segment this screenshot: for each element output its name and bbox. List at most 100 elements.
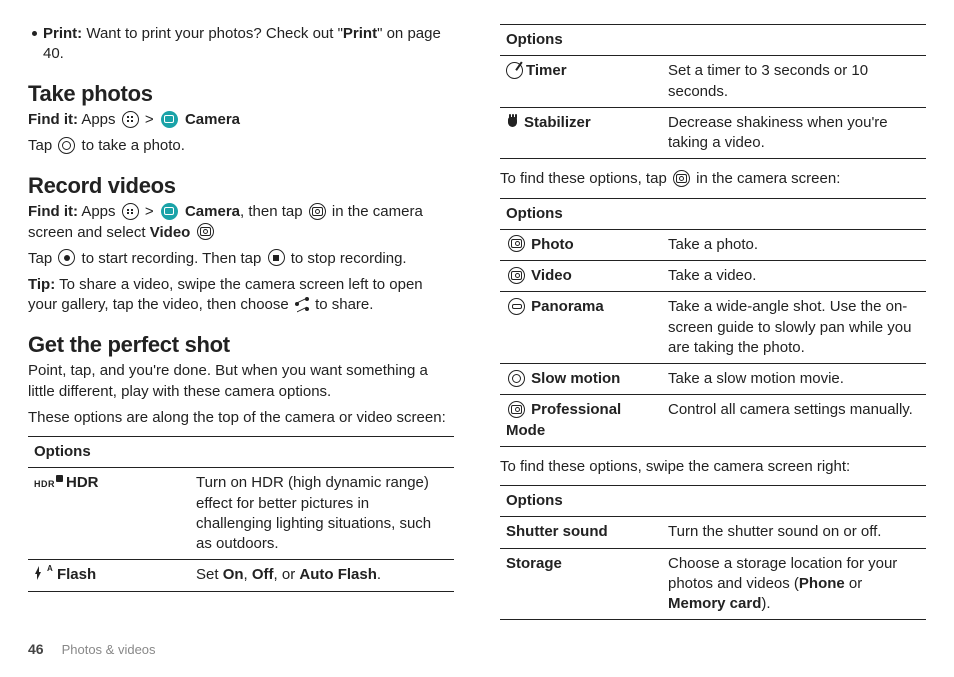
gt-sep-2: >	[145, 203, 158, 220]
storage-desc-a: Choose a storage location for your photo…	[668, 555, 897, 592]
storage-or: or	[845, 575, 863, 592]
findit-take: Find it: Apps > Camera	[28, 110, 454, 130]
option-desc-photo: Take a photo.	[662, 229, 926, 260]
option-name-panorama: Panorama	[500, 292, 662, 364]
left-column: Print: Want to print your photos? Check …	[28, 24, 454, 634]
heading-record-videos: Record videos	[28, 171, 454, 201]
option-desc-hdr: Turn on HDR (high dynamic range) effect …	[190, 468, 454, 560]
option-name-stabilizer: Stabilizer	[500, 107, 662, 159]
share-icon	[295, 297, 309, 311]
hdr-text-icon: HDR	[34, 479, 55, 489]
video-mode-icon	[508, 267, 525, 284]
table-row: Shutter sound Turn the shutter sound on …	[500, 517, 926, 548]
option-name-timer: Timer	[500, 56, 662, 108]
share-tip: Tip: To share a video, swipe the camera …	[28, 275, 454, 316]
findit-record: Find it: Apps > Camera, then tap in the …	[28, 202, 454, 243]
timer-label: Timer	[526, 62, 567, 79]
flash-auto-badge-icon: A	[47, 564, 53, 573]
print-link[interactable]: Print	[343, 25, 377, 42]
flash-sep1: ,	[244, 566, 252, 583]
storage-tail: ).	[761, 595, 770, 612]
panorama-label: Panorama	[531, 298, 604, 315]
rec-after-cam: , then tap	[240, 203, 307, 220]
flash-off: Off	[252, 566, 274, 583]
page-number: 46	[28, 640, 44, 659]
rec2-a: Tap	[28, 250, 56, 267]
tap-after: to take a photo.	[82, 137, 185, 154]
table-row: Panorama Take a wide-angle shot. Use the…	[500, 292, 926, 364]
slow-motion-icon	[508, 370, 525, 387]
apps-grid-icon	[122, 203, 139, 220]
table-row: HDR HDR Turn on HDR (high dynamic range) …	[28, 468, 454, 560]
option-name-photo: Photo	[500, 229, 662, 260]
table-row: Photo Take a photo.	[500, 229, 926, 260]
flash-auto: Auto Flash	[299, 566, 377, 583]
options-table-swipe-right: Options Shutter sound Turn the shutter s…	[500, 485, 926, 620]
print-text-a: Want to print your photos? Check out "	[82, 25, 343, 42]
photo-label: Photo	[531, 236, 574, 253]
panorama-mode-icon	[508, 298, 525, 315]
apps-grid-icon	[122, 111, 139, 128]
option-name-slowmo: Slow motion	[500, 364, 662, 395]
storage-label: Storage	[506, 555, 562, 572]
apps-word-2: Apps	[78, 203, 120, 220]
option-desc-panorama: Take a wide-angle shot. Use the on-scree…	[662, 292, 926, 364]
option-desc-video: Take a video.	[662, 261, 926, 292]
right-column: Options Timer Set a timer to 3 seconds o…	[500, 24, 926, 634]
storage-phone: Phone	[799, 575, 845, 592]
t3-header: Options	[500, 486, 926, 517]
camera-mode-icon	[309, 203, 326, 220]
option-name-video: Video	[500, 261, 662, 292]
hdr-box-icon	[56, 475, 63, 482]
video-label: Video	[531, 267, 572, 284]
content-columns: Print: Want to print your photos? Check …	[28, 24, 926, 634]
gt-sep: >	[145, 111, 158, 128]
record-stop-icon	[268, 249, 285, 266]
apps-word: Apps	[78, 111, 120, 128]
t0-header: Options	[500, 25, 926, 56]
table-row: Storage Choose a storage location for yo…	[500, 548, 926, 620]
option-desc-stabilizer: Decrease shakiness when you're taking a …	[662, 107, 926, 159]
swipe-right-line: To find these options, swipe the camera …	[500, 457, 926, 477]
page-footer: 46 Photos & videos	[28, 634, 926, 659]
findit-label-2: Find it:	[28, 203, 78, 220]
flash-dot: .	[377, 566, 381, 583]
heading-perfect-shot: Get the perfect shot	[28, 330, 454, 360]
record-start-icon	[58, 249, 75, 266]
tap-before: Tap	[28, 137, 56, 154]
stabilizer-label: Stabilizer	[524, 114, 591, 131]
t1-header: Options	[28, 437, 454, 468]
rec2-b: to start recording. Then tap	[82, 250, 266, 267]
tip-tail: to share.	[315, 296, 373, 313]
option-desc-shutter-sound: Turn the shutter sound on or off.	[662, 517, 926, 548]
option-name-storage: Storage	[500, 548, 662, 620]
options-table-modes: Options Photo Take a photo. Video Take a…	[500, 198, 926, 447]
option-desc-flash: Set On, Off, or Auto Flash.	[190, 560, 454, 591]
option-name-shutter-sound: Shutter sound	[500, 517, 662, 548]
storage-memcard: Memory card	[668, 595, 761, 612]
camera-word: Camera	[185, 111, 240, 128]
t2-header: Options	[500, 198, 926, 229]
option-desc-professional: Control all camera settings manually.	[662, 395, 926, 447]
timer-icon	[506, 62, 523, 79]
photo-mode-icon	[508, 235, 525, 252]
video-word: Video	[150, 224, 191, 241]
table-row: Professional Mode Control all camera set…	[500, 395, 926, 447]
slowmo-label: Slow motion	[531, 370, 620, 387]
record-controls-line: Tap to start recording. Then tap to stop…	[28, 249, 454, 269]
flash-label: Flash	[57, 566, 96, 583]
camera-word-2: Camera	[185, 203, 240, 220]
flash-desc-a: Set	[196, 566, 223, 583]
table-row: Slow motion Take a slow motion movie.	[500, 364, 926, 395]
option-name-flash: A Flash	[28, 560, 190, 591]
option-name-professional: Professional Mode	[500, 395, 662, 447]
option-name-hdr: HDR HDR	[28, 468, 190, 560]
flash-on: On	[223, 566, 244, 583]
findit-label: Find it:	[28, 111, 78, 128]
option-desc-slowmo: Take a slow motion movie.	[662, 364, 926, 395]
stabilizer-icon	[506, 114, 521, 129]
hdr-label: HDR	[66, 474, 99, 491]
option-desc-storage: Choose a storage location for your photo…	[662, 548, 926, 620]
print-line: Print: Want to print your photos? Check …	[43, 24, 454, 65]
section-title: Photos & videos	[62, 641, 156, 659]
